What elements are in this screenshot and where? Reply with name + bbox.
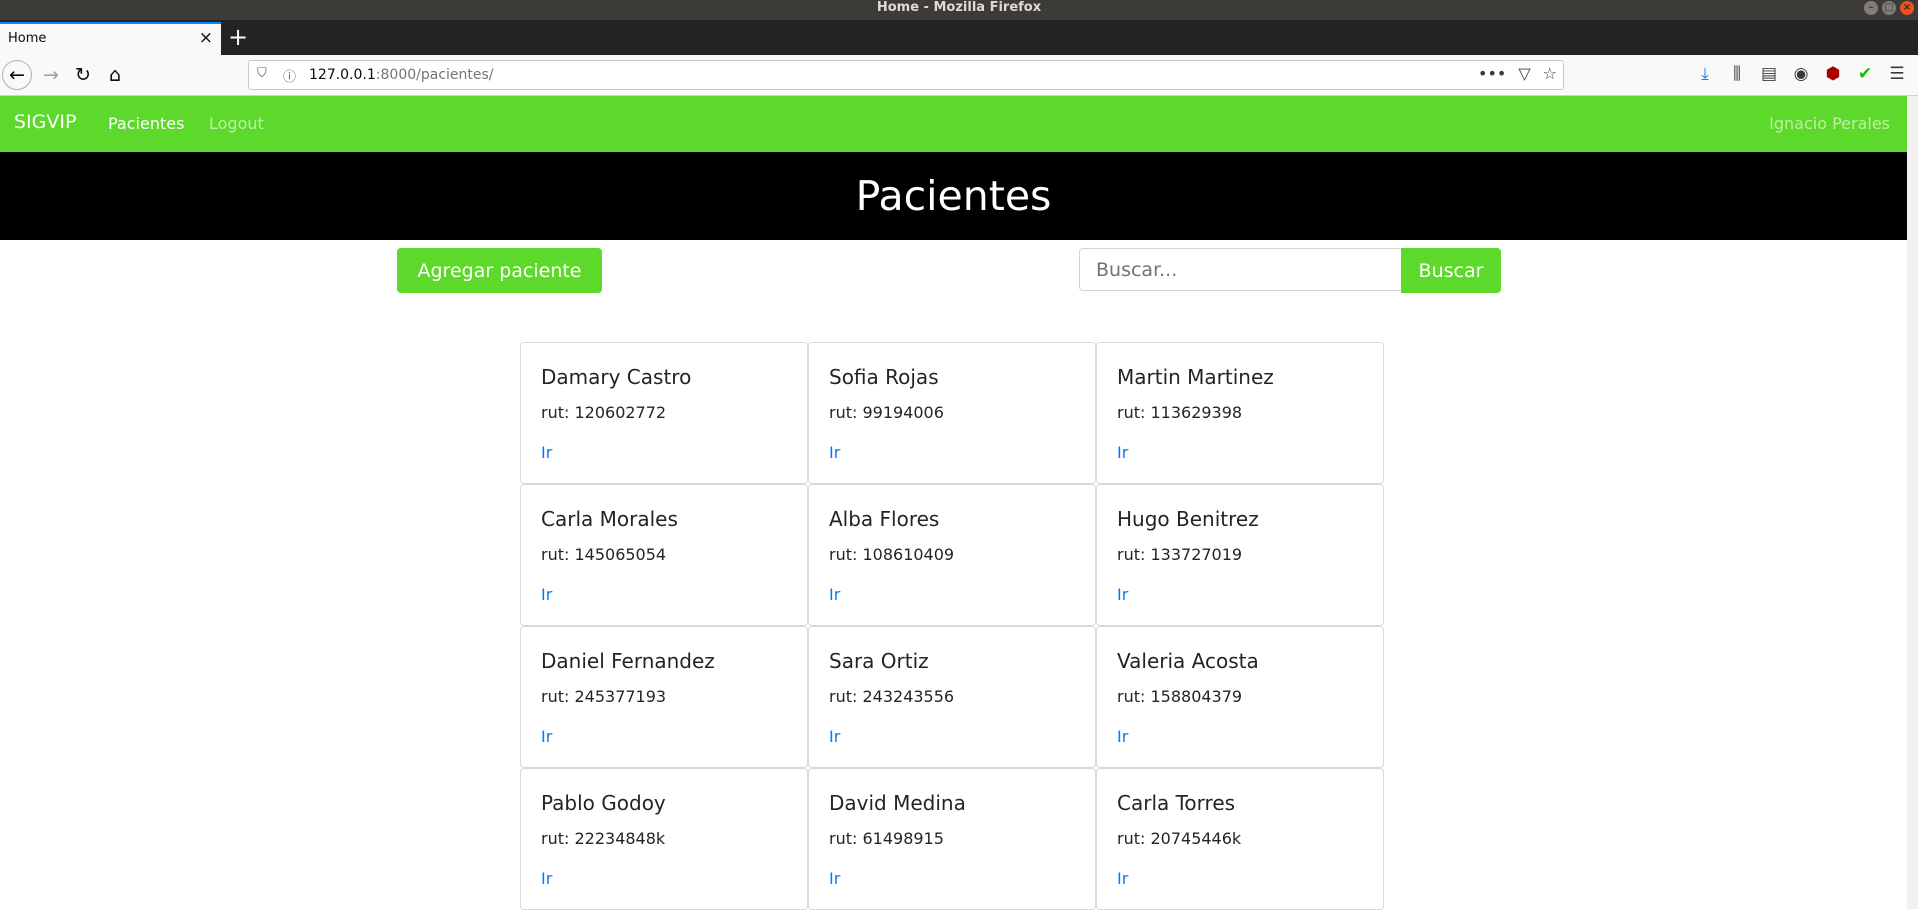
home-icon[interactable]: ⌂ bbox=[100, 60, 130, 90]
patient-name: Sofia Rojas bbox=[829, 365, 939, 389]
patient-rut: rut: 61498915 bbox=[829, 829, 944, 848]
patient-card: Damary Castro rut: 120602772 Ir bbox=[520, 342, 808, 484]
patient-rut: rut: 133727019 bbox=[1117, 545, 1243, 564]
page-title: Pacientes bbox=[855, 172, 1052, 220]
patient-link[interactable]: Ir bbox=[1117, 727, 1128, 746]
patient-grid: Damary Castro rut: 120602772 Ir Sofia Ro… bbox=[520, 342, 1384, 910]
url-actions: ••• ▽ ☆ bbox=[1478, 64, 1557, 83]
patient-link[interactable]: Ir bbox=[829, 869, 840, 888]
maximize-icon[interactable]: □ bbox=[1882, 1, 1896, 15]
patient-card: David Medina rut: 61498915 Ir bbox=[808, 768, 1096, 910]
patient-card: Hugo Benitrez rut: 133727019 Ir bbox=[1096, 484, 1384, 626]
patient-name: Pablo Godoy bbox=[541, 791, 666, 815]
patient-rut: rut: 99194006 bbox=[829, 403, 944, 422]
browser-tab[interactable]: Home × bbox=[0, 22, 221, 55]
page-scrollbar[interactable] bbox=[1907, 96, 1918, 909]
nav-pacientes[interactable]: Pacientes bbox=[108, 114, 184, 133]
brand-logo[interactable]: SIGVIP bbox=[14, 111, 76, 133]
patient-name: Carla Torres bbox=[1117, 791, 1236, 815]
library-icon[interactable]: ⫼ bbox=[1728, 64, 1746, 84]
menu-icon[interactable]: ☰ bbox=[1888, 64, 1906, 84]
ublock-icon[interactable]: ⬢ bbox=[1824, 64, 1842, 84]
close-window-icon[interactable]: × bbox=[1900, 1, 1914, 15]
patient-card: Sara Ortiz rut: 243243556 Ir bbox=[808, 626, 1096, 768]
url-path: :8000/pacientes/ bbox=[375, 67, 494, 83]
nav-logout[interactable]: Logout bbox=[209, 114, 264, 133]
patient-link[interactable]: Ir bbox=[829, 443, 840, 462]
patient-rut: rut: 22234848k bbox=[541, 829, 666, 848]
site-info-icon[interactable]: ⓘ bbox=[283, 66, 296, 85]
back-icon[interactable]: ← bbox=[2, 60, 32, 90]
patient-rut: rut: 120602772 bbox=[541, 403, 667, 422]
page-header: Pacientes bbox=[0, 152, 1907, 240]
patient-name: Daniel Fernandez bbox=[541, 649, 715, 673]
patient-link[interactable]: Ir bbox=[1117, 443, 1128, 462]
search-input[interactable] bbox=[1079, 248, 1402, 291]
extension-shield-icon[interactable]: ✔ bbox=[1856, 64, 1874, 84]
patient-rut: rut: 158804379 bbox=[1117, 687, 1243, 706]
patient-name: David Medina bbox=[829, 791, 966, 815]
search-button[interactable]: Buscar bbox=[1401, 248, 1501, 293]
page-actions-icon[interactable]: ••• bbox=[1478, 64, 1506, 83]
patient-rut: rut: 243243556 bbox=[829, 687, 955, 706]
patient-card: Pablo Godoy rut: 22234848k Ir bbox=[520, 768, 808, 910]
patient-name: Valeria Acosta bbox=[1117, 649, 1259, 673]
add-patient-button[interactable]: Agregar paciente bbox=[397, 248, 602, 293]
window-title: Home - Mozilla Firefox bbox=[876, 0, 1042, 15]
patient-link[interactable]: Ir bbox=[1117, 869, 1128, 888]
app-navbar: SIGVIP Pacientes Logout Ignacio Perales bbox=[0, 96, 1907, 152]
window-controls: – □ × bbox=[1864, 1, 1914, 15]
bookmark-star-icon[interactable]: ☆ bbox=[1543, 64, 1557, 83]
downloads-icon[interactable]: ⤓ bbox=[1696, 64, 1714, 84]
patient-link[interactable]: Ir bbox=[829, 727, 840, 746]
patient-name: Alba Flores bbox=[829, 507, 940, 531]
patient-link[interactable]: Ir bbox=[829, 585, 840, 604]
account-icon[interactable]: ◉ bbox=[1792, 64, 1810, 84]
patient-rut: rut: 245377193 bbox=[541, 687, 667, 706]
url-host: 127.0.0.1 bbox=[309, 67, 376, 83]
patient-card: Sofia Rojas rut: 99194006 Ir bbox=[808, 342, 1096, 484]
patient-link[interactable]: Ir bbox=[541, 443, 552, 462]
patient-name: Damary Castro bbox=[541, 365, 692, 389]
patient-rut: rut: 113629398 bbox=[1117, 403, 1243, 422]
patient-name: Hugo Benitrez bbox=[1117, 507, 1259, 531]
tab-strip: Home × + bbox=[0, 20, 1918, 55]
tracking-shield-icon[interactable]: ⛉ bbox=[257, 66, 267, 81]
patient-card: Daniel Fernandez rut: 245377193 Ir bbox=[520, 626, 808, 768]
patient-rut: rut: 108610409 bbox=[829, 545, 955, 564]
url-bar[interactable]: ⛉ ⓘ 127.0.0.1:8000/pacientes/ ••• ▽ ☆ bbox=[248, 60, 1564, 90]
os-title-bar: Home - Mozilla Firefox – □ × bbox=[0, 0, 1918, 20]
tab-close-icon[interactable]: × bbox=[199, 28, 213, 48]
toolbar-icons: ⤓ ⫼ ▤ ◉ ⬢ ✔ ☰ bbox=[1696, 64, 1906, 84]
patient-rut: rut: 20745446k bbox=[1117, 829, 1242, 848]
nav-user[interactable]: Ignacio Perales bbox=[1769, 114, 1890, 133]
patient-name: Martin Martinez bbox=[1117, 365, 1274, 389]
minimize-icon[interactable]: – bbox=[1864, 1, 1878, 15]
patient-card: Carla Torres rut: 20745446k Ir bbox=[1096, 768, 1384, 910]
patient-card: Valeria Acosta rut: 158804379 Ir bbox=[1096, 626, 1384, 768]
patient-card: Carla Morales rut: 145065054 Ir bbox=[520, 484, 808, 626]
patient-name: Sara Ortiz bbox=[829, 649, 929, 673]
reload-icon[interactable]: ↻ bbox=[68, 60, 98, 90]
patient-card: Martin Martinez rut: 113629398 Ir bbox=[1096, 342, 1384, 484]
browser-toolbar: ← → ↻ ⌂ ⛉ ⓘ 127.0.0.1:8000/pacientes/ ••… bbox=[0, 55, 1918, 96]
url-text[interactable]: 127.0.0.1:8000/pacientes/ bbox=[309, 67, 494, 83]
patient-link[interactable]: Ir bbox=[1117, 585, 1128, 604]
patient-link[interactable]: Ir bbox=[541, 727, 552, 746]
forward-icon[interactable]: → bbox=[36, 60, 66, 90]
patient-rut: rut: 145065054 bbox=[541, 545, 667, 564]
patient-link[interactable]: Ir bbox=[541, 585, 552, 604]
new-tab-icon[interactable]: + bbox=[228, 23, 248, 51]
patient-name: Carla Morales bbox=[541, 507, 678, 531]
sidebar-icon[interactable]: ▤ bbox=[1760, 64, 1778, 84]
patient-card: Alba Flores rut: 108610409 Ir bbox=[808, 484, 1096, 626]
pocket-icon[interactable]: ▽ bbox=[1518, 64, 1530, 83]
patient-link[interactable]: Ir bbox=[541, 869, 552, 888]
tab-title: Home bbox=[8, 31, 47, 46]
